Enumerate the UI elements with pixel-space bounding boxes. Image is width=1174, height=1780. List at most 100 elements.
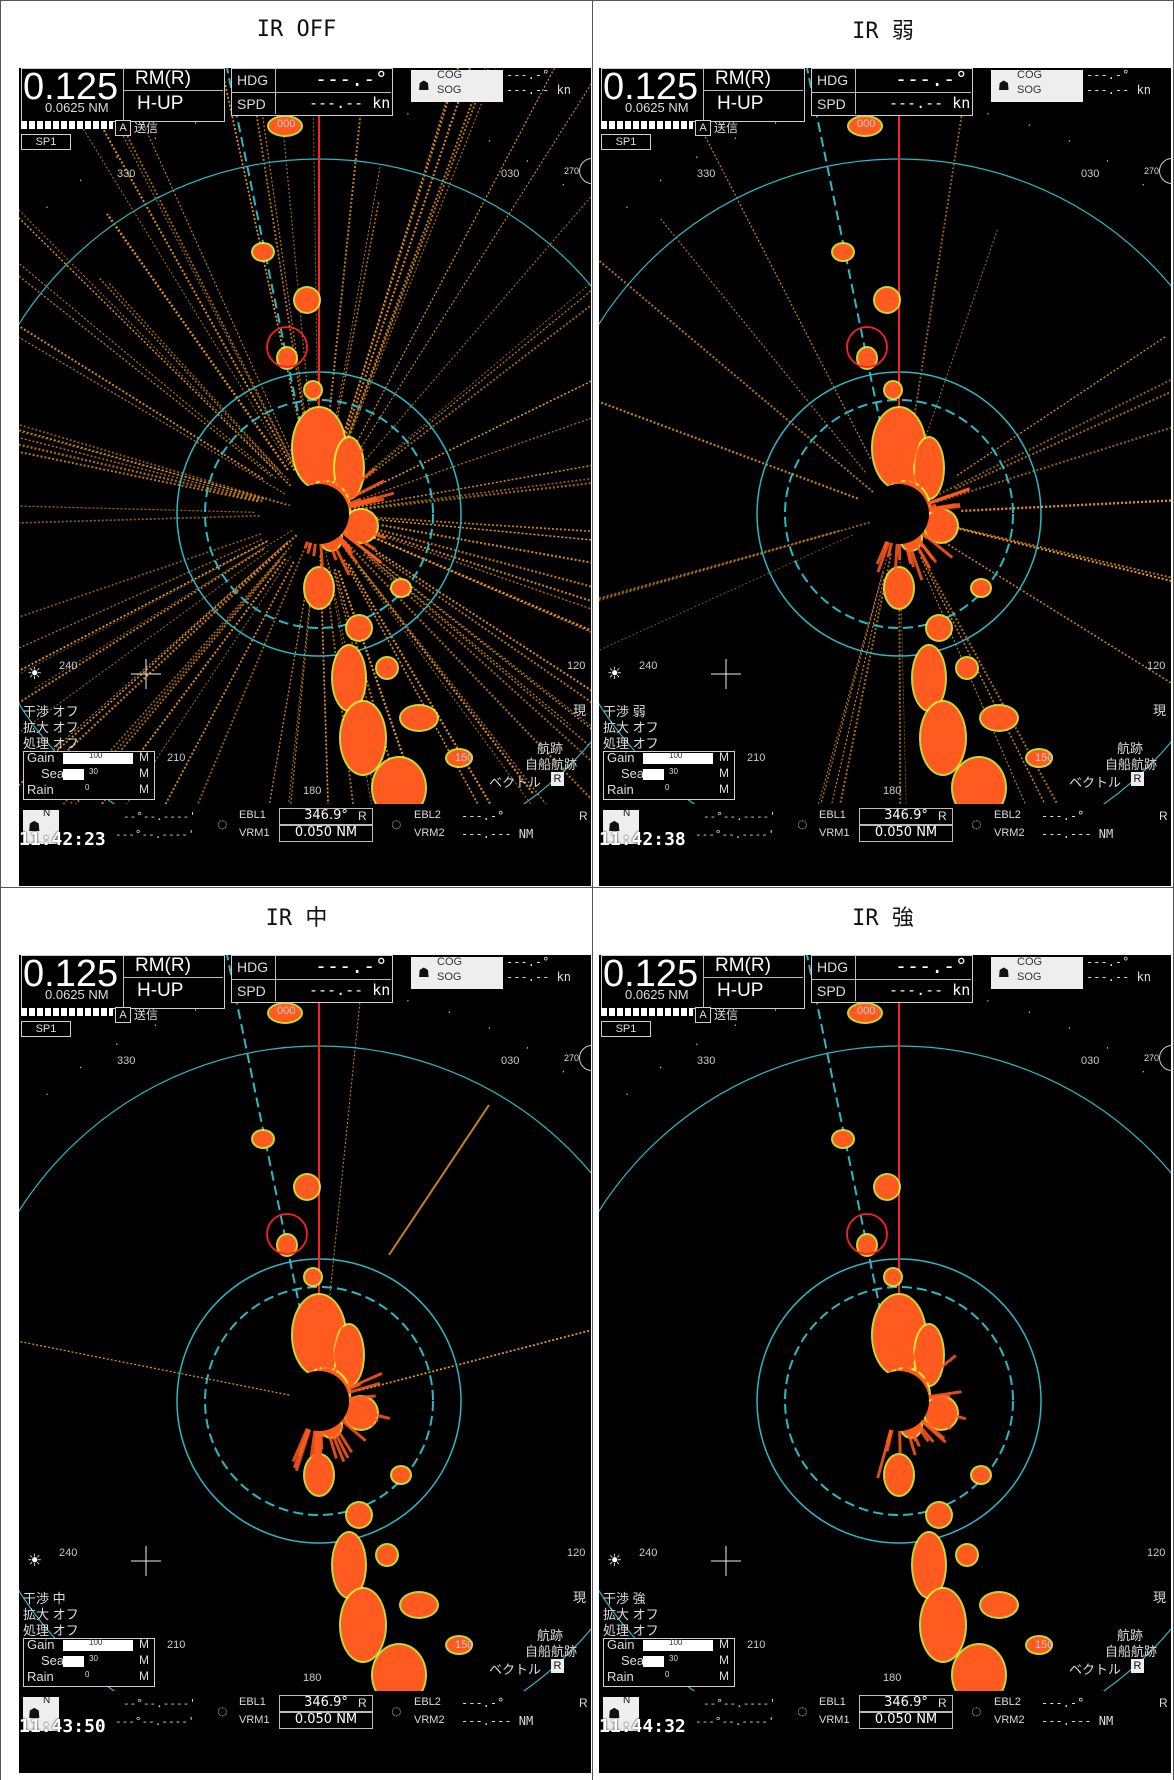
vrm1-label[interactable]: VRM1: [819, 1714, 850, 1726]
radar-panel[interactable]: 0.125 0.0625 NM RM(R) H-UP A 送信 SP1 HDG …: [19, 955, 591, 1773]
tx-mode[interactable]: A: [695, 120, 711, 136]
sea-mode[interactable]: M: [719, 1653, 729, 1667]
rain-mode[interactable]: M: [719, 782, 729, 796]
radar-panel[interactable]: 0.125 0.0625 NM RM(R) H-UP A 送信 SP1 HDG …: [599, 68, 1171, 886]
tx-mode[interactable]: A: [115, 1007, 131, 1023]
interference-streak: [19, 431, 287, 506]
vector-label[interactable]: ベクトル: [489, 1659, 541, 1678]
gain-mode[interactable]: M: [139, 1637, 149, 1651]
ebl2-icon[interactable]: ◌: [391, 1701, 402, 1722]
ebl1-relative[interactable]: R: [938, 809, 947, 823]
tx-mode[interactable]: A: [695, 1007, 711, 1023]
ebl1-icon[interactable]: ◌: [217, 814, 228, 835]
radar-echo: [858, 1235, 876, 1255]
ebl2-label[interactable]: EBL2: [994, 809, 1021, 821]
vrm2-label[interactable]: VRM2: [994, 827, 1025, 839]
sea-slider[interactable]: [63, 1656, 84, 1667]
vrm1-value[interactable]: 0.050 NM: [859, 825, 953, 842]
brightness-icon[interactable]: ☀: [27, 1551, 42, 1571]
sea-mode[interactable]: M: [139, 766, 149, 780]
gain-mode[interactable]: M: [139, 750, 149, 764]
rain-mode[interactable]: M: [719, 1669, 729, 1683]
vrm2-value[interactable]: ---.--- NM: [1041, 1714, 1113, 1728]
vrm1-label[interactable]: VRM1: [239, 1714, 270, 1726]
sea-mode[interactable]: M: [139, 1653, 149, 1667]
ebl2-value[interactable]: ---.-°: [461, 1696, 504, 1710]
preset-label[interactable]: SP1: [601, 1021, 651, 1037]
brightness-icon[interactable]: ☀: [27, 664, 42, 684]
radar-panel[interactable]: 0.125 0.0625 NM RM(R) H-UP A 送信 SP1 HDG …: [19, 68, 591, 886]
orientation-mode[interactable]: H-UP: [137, 980, 183, 1002]
vector-mode[interactable]: R: [551, 772, 564, 786]
vrm2-value[interactable]: ---.--- NM: [461, 827, 533, 841]
rain-mode[interactable]: M: [139, 782, 149, 796]
ebl1-relative[interactable]: R: [358, 1696, 367, 1710]
ebl2-relative[interactable]: R: [579, 1696, 588, 1710]
ebl2-label[interactable]: EBL2: [414, 1696, 441, 1708]
gain-mode[interactable]: M: [719, 750, 729, 764]
vector-label[interactable]: ベクトル: [489, 772, 541, 791]
ebl2-relative[interactable]: R: [579, 809, 588, 823]
vrm1-value[interactable]: 0.050 NM: [859, 1712, 953, 1729]
motion-mode[interactable]: RM(R): [135, 955, 191, 977]
vrm2-label[interactable]: VRM2: [414, 1714, 445, 1726]
gain-mode[interactable]: M: [719, 1637, 729, 1651]
motion-mode[interactable]: RM(R): [715, 68, 771, 90]
orientation-mode[interactable]: H-UP: [717, 980, 763, 1002]
ebl2-value[interactable]: ---.-°: [1041, 809, 1084, 823]
ebl1-label[interactable]: EBL1: [239, 1696, 266, 1708]
vector-mode[interactable]: R: [1131, 1659, 1144, 1673]
ebl1-icon[interactable]: ◌: [217, 1701, 228, 1722]
vrm2-value[interactable]: ---.--- NM: [1041, 827, 1113, 841]
ebl2-label[interactable]: EBL2: [994, 1696, 1021, 1708]
sea-slider[interactable]: [643, 1656, 664, 1667]
vector-mode[interactable]: R: [551, 1659, 564, 1673]
motion-mode[interactable]: RM(R): [715, 955, 771, 977]
vrm2-label[interactable]: VRM2: [414, 827, 445, 839]
rain-mode[interactable]: M: [139, 1669, 149, 1683]
vrm1-value[interactable]: 0.050 NM: [279, 1712, 373, 1729]
brightness-icon[interactable]: ☀: [607, 1551, 622, 1571]
ebl2-relative[interactable]: R: [1159, 809, 1168, 823]
ebl2-icon[interactable]: ◌: [971, 814, 982, 835]
brightness-icon[interactable]: ☀: [607, 664, 622, 684]
vrm1-value[interactable]: 0.050 NM: [279, 825, 373, 842]
own-trail-label[interactable]: 自船航跡: [1105, 1641, 1157, 1660]
sea-slider[interactable]: [643, 769, 664, 780]
ebl1-relative[interactable]: R: [938, 1696, 947, 1710]
ebl1-relative[interactable]: R: [358, 809, 367, 823]
preset-label[interactable]: SP1: [21, 134, 71, 150]
orientation-mode[interactable]: H-UP: [717, 93, 763, 115]
ebl2-value[interactable]: ---.-°: [1041, 1696, 1084, 1710]
ebl2-value[interactable]: ---.-°: [461, 809, 504, 823]
ebl1-label[interactable]: EBL1: [239, 809, 266, 821]
vrm2-value[interactable]: ---.--- NM: [461, 1714, 533, 1728]
own-trail-label[interactable]: 自船航跡: [525, 754, 577, 773]
vector-mode[interactable]: R: [1131, 772, 1144, 786]
vector-label[interactable]: ベクトル: [1069, 1659, 1121, 1678]
ebl2-relative[interactable]: R: [1159, 1696, 1168, 1710]
preset-label[interactable]: SP1: [21, 1021, 71, 1037]
radar-panel[interactable]: 0.125 0.0625 NM RM(R) H-UP A 送信 SP1 HDG …: [599, 955, 1171, 1773]
ebl2-label[interactable]: EBL2: [414, 809, 441, 821]
vrm1-label[interactable]: VRM1: [819, 827, 850, 839]
own-trail-label[interactable]: 自船航跡: [525, 1641, 577, 1660]
ebl1-label[interactable]: EBL1: [819, 1696, 846, 1708]
interference-streak: [19, 336, 286, 495]
own-trail-label[interactable]: 自船航跡: [1105, 754, 1157, 773]
preset-label[interactable]: SP1: [601, 134, 651, 150]
motion-mode[interactable]: RM(R): [135, 68, 191, 90]
ebl1-label[interactable]: EBL1: [819, 809, 846, 821]
tx-mode[interactable]: A: [115, 120, 131, 136]
sea-mode[interactable]: M: [719, 766, 729, 780]
ebl2-icon[interactable]: ◌: [391, 814, 402, 835]
vrm1-label[interactable]: VRM1: [239, 827, 270, 839]
vrm2-label[interactable]: VRM2: [994, 1714, 1025, 1726]
vector-label[interactable]: ベクトル: [1069, 772, 1121, 791]
ebl2-icon[interactable]: ◌: [971, 1701, 982, 1722]
orientation-mode[interactable]: H-UP: [137, 93, 183, 115]
ebl1-icon[interactable]: ◌: [797, 1701, 808, 1722]
sea-slider[interactable]: [63, 769, 84, 780]
ebl1-icon[interactable]: ◌: [797, 814, 808, 835]
north-label: N: [43, 1695, 51, 1706]
